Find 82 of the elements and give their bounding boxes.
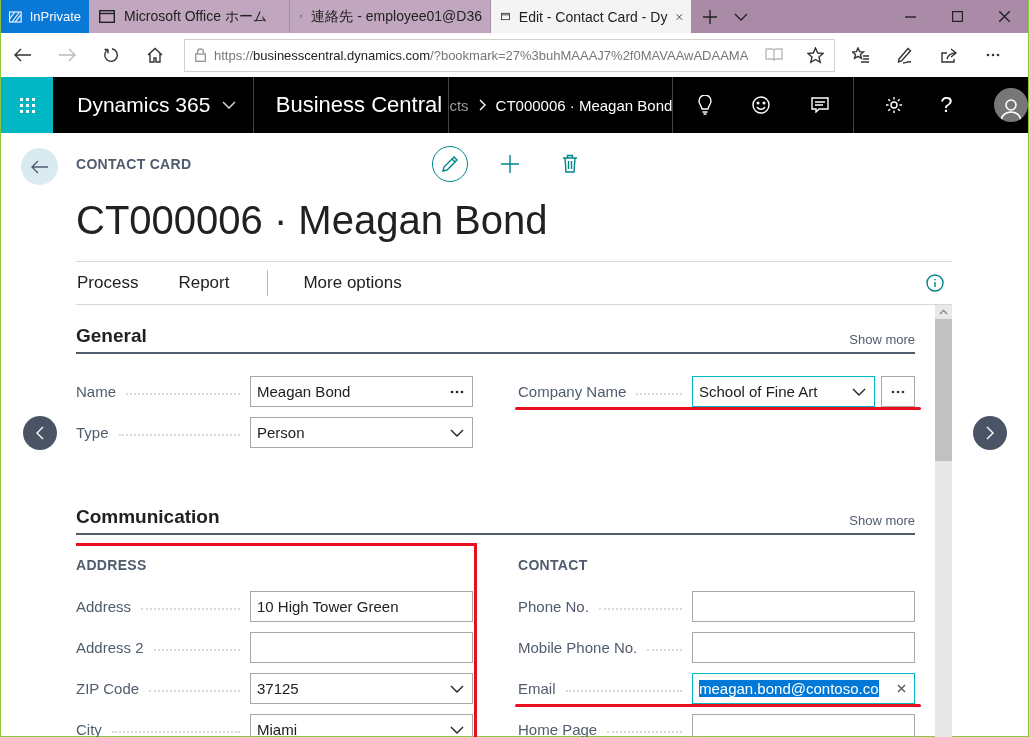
breadcrumb-link[interactable]: cts xyxy=(449,96,469,114)
page-title: CT000006 · Meagan Bond xyxy=(76,197,549,244)
help-button[interactable]: ? xyxy=(940,92,953,118)
back-arrow-icon[interactable] xyxy=(14,48,32,62)
pen-icon[interactable] xyxy=(897,46,913,64)
plus-icon[interactable] xyxy=(500,153,520,174)
field-label: Email xyxy=(518,680,556,697)
input-field[interactable] xyxy=(692,632,915,663)
chevron-left-icon xyxy=(36,426,44,440)
chevron-right-icon xyxy=(986,426,994,440)
chevron-down-icon xyxy=(450,725,464,734)
field-label: Address 2 xyxy=(76,639,144,656)
chevron-down-icon xyxy=(222,101,237,109)
settings-icon[interactable] xyxy=(885,96,904,114)
close-icon[interactable] xyxy=(999,11,1010,22)
plus-icon[interactable] xyxy=(701,8,718,25)
browser-tab[interactable]: 連絡先 - employee01@D36 xyxy=(290,0,490,33)
field-label: Address xyxy=(76,598,132,615)
home-icon[interactable] xyxy=(147,47,163,63)
browser-tab[interactable]: Microsoft Office ホーム xyxy=(89,0,289,33)
field-label: Company Name xyxy=(518,383,627,400)
refresh-icon[interactable] xyxy=(103,47,119,63)
section-title[interactable]: Communication xyxy=(76,506,220,528)
input-field[interactable] xyxy=(692,591,915,622)
lock-icon xyxy=(195,48,206,62)
chevron-right-icon xyxy=(478,99,486,111)
page-caption: CONTACT CARD xyxy=(76,155,193,172)
chevron-down-icon xyxy=(450,684,464,693)
field-label: Name xyxy=(76,383,116,400)
waffle-icon xyxy=(19,97,35,113)
action-menu-item[interactable]: Process xyxy=(77,273,139,293)
field-label: Phone No. xyxy=(518,598,589,615)
group-heading: ADDRESS xyxy=(76,557,148,573)
more-icon xyxy=(450,389,464,394)
lookup-field[interactable]: Meagan Bond xyxy=(250,376,473,407)
scrollbar[interactable] xyxy=(935,305,952,737)
inprivate-badge: InPrivate xyxy=(1,0,89,33)
striped-square-icon xyxy=(9,9,22,24)
pencil-icon xyxy=(441,154,459,173)
more-icon xyxy=(891,389,905,394)
more-icon[interactable] xyxy=(986,53,1000,57)
dropdown-field[interactable]: Person xyxy=(250,417,473,448)
clear-icon[interactable] xyxy=(897,684,906,693)
chevron-down-icon xyxy=(733,12,748,21)
chevron-up-icon xyxy=(939,309,948,315)
trash-icon[interactable] xyxy=(562,154,578,173)
favorites-icon[interactable] xyxy=(852,47,870,63)
input-field[interactable]: meagan.bond@contoso.co xyxy=(692,673,915,704)
dropdown-field[interactable]: 37125 xyxy=(250,673,473,704)
avatar-icon[interactable] xyxy=(994,88,1028,122)
product-name[interactable]: Dynamics 365 xyxy=(77,93,211,117)
dropdown-field[interactable]: Miami xyxy=(250,714,473,737)
section-title[interactable]: General xyxy=(76,325,147,347)
input-field[interactable] xyxy=(692,714,915,737)
chevron-down-icon xyxy=(852,387,866,396)
info-icon[interactable] xyxy=(926,274,944,292)
action-menu-item[interactable]: More options xyxy=(303,273,402,293)
chat-icon[interactable] xyxy=(810,97,829,113)
back-arrow-icon xyxy=(30,159,49,174)
chevron-down-icon xyxy=(450,428,464,437)
browser-tab[interactable]: Edit - Contact Card - Dy xyxy=(491,0,691,33)
next-button[interactable] xyxy=(973,416,1007,450)
field-label: Type xyxy=(76,424,109,441)
dropdown-field[interactable]: School of Fine Art xyxy=(692,376,875,407)
group-heading: CONTACT xyxy=(518,557,589,573)
action-menu-item[interactable]: Report xyxy=(178,273,230,293)
previous-button[interactable] xyxy=(23,416,57,450)
input-field[interactable]: 10 High Tower Green xyxy=(250,591,473,622)
app-name[interactable]: Business Central xyxy=(275,92,443,118)
input-field[interactable] xyxy=(250,632,473,663)
share-icon[interactable] xyxy=(940,47,958,63)
show-more-link[interactable]: Show more xyxy=(849,513,915,528)
lightbulb-icon[interactable] xyxy=(697,95,712,115)
smiley-icon[interactable] xyxy=(752,96,771,114)
field-label: Mobile Phone No. xyxy=(518,639,638,656)
field-label: ZIP Code xyxy=(76,680,140,697)
show-more-link[interactable]: Show more xyxy=(849,332,915,347)
back-button[interactable] xyxy=(21,148,58,185)
breadcrumb-current: CT000006 · Meagan Bond xyxy=(495,96,673,114)
maximize-icon[interactable] xyxy=(952,11,963,22)
star-icon[interactable] xyxy=(807,46,824,64)
address-bar[interactable]: https://businesscentral.dynamics.com/?bookmark=27%3buhMAAAJ7%2f0MAVAAwADAAMA xyxy=(184,38,835,72)
